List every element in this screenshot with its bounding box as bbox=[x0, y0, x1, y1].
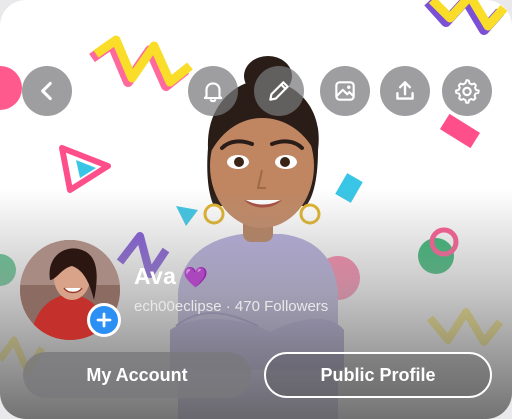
settings-button[interactable] bbox=[442, 66, 492, 116]
profile-card: Ava 💜 ech00eclipse · 470 Followers My Ac… bbox=[0, 0, 512, 419]
back-button[interactable] bbox=[22, 66, 72, 116]
separator: · bbox=[221, 298, 235, 315]
notifications-button[interactable] bbox=[188, 66, 238, 116]
pencil-icon bbox=[269, 81, 289, 101]
profile-subline: ech00eclipse · 470 Followers bbox=[134, 298, 328, 315]
gear-icon bbox=[455, 79, 480, 104]
display-name: Ava bbox=[134, 263, 177, 289]
heart-icon: 💜 bbox=[183, 267, 208, 289]
public-profile-button[interactable]: Public Profile bbox=[264, 352, 492, 398]
share-button[interactable] bbox=[380, 66, 430, 116]
background-button[interactable] bbox=[320, 66, 370, 116]
gallery-icon bbox=[335, 81, 355, 101]
my-account-button[interactable]: My Account bbox=[23, 352, 251, 398]
followers-count[interactable]: 470 Followers bbox=[235, 298, 328, 315]
share-icon bbox=[396, 81, 414, 100]
add-story-button[interactable] bbox=[87, 303, 121, 337]
username[interactable]: ech00eclipse bbox=[134, 298, 222, 315]
plus-icon bbox=[96, 312, 112, 328]
bell-icon bbox=[203, 82, 223, 103]
back-icon bbox=[41, 81, 52, 101]
edit-bitmoji-button[interactable] bbox=[254, 66, 304, 116]
